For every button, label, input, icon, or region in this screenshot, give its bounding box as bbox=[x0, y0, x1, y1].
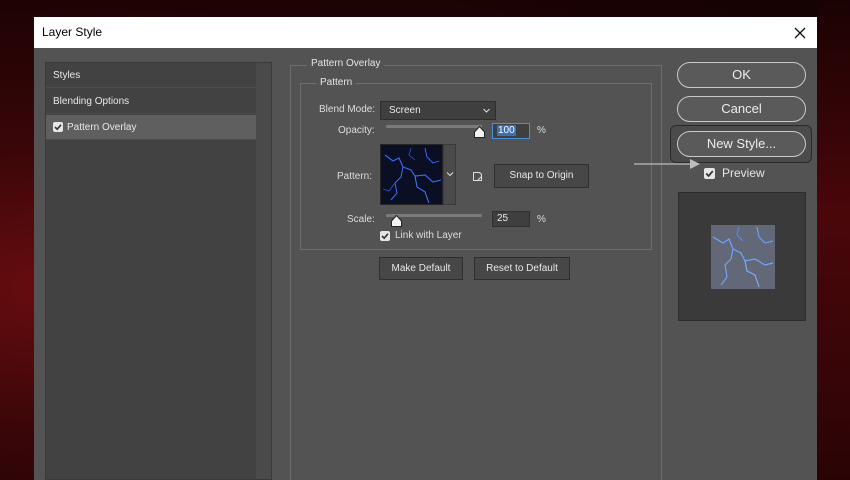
pattern-label: Pattern: bbox=[337, 171, 373, 182]
opacity-slider-track[interactable] bbox=[386, 125, 482, 128]
new-style-button[interactable]: New Style... bbox=[677, 131, 806, 157]
pattern-picker-dropdown[interactable] bbox=[443, 144, 456, 205]
layer-style-dialog: Layer Style Styles Blending Options Patt… bbox=[34, 17, 817, 480]
title-bar: Layer Style bbox=[34, 17, 817, 48]
annotation-arrow-icon bbox=[634, 159, 700, 169]
opacity-unit: % bbox=[537, 125, 546, 136]
ok-button[interactable]: OK bbox=[677, 62, 806, 88]
scale-label: Scale: bbox=[347, 214, 375, 225]
make-default-button[interactable]: Make Default bbox=[379, 257, 463, 280]
styles-list-item-label: Blending Options bbox=[53, 96, 130, 107]
blend-mode-value: Screen bbox=[389, 105, 421, 116]
opacity-slider-thumb[interactable] bbox=[474, 126, 485, 138]
cancel-button[interactable]: Cancel bbox=[677, 96, 806, 122]
styles-list-item-blending-options[interactable]: Blending Options bbox=[46, 89, 256, 114]
styles-list-item-label: Pattern Overlay bbox=[67, 122, 137, 133]
preview-thumbnail bbox=[678, 192, 806, 321]
link-with-layer-checkbox[interactable] bbox=[380, 231, 390, 241]
scale-unit: % bbox=[537, 214, 546, 225]
close-icon[interactable] bbox=[783, 17, 817, 48]
reset-to-default-button[interactable]: Reset to Default bbox=[474, 257, 570, 280]
opacity-label: Opacity: bbox=[338, 125, 375, 136]
scale-input[interactable]: 25 bbox=[492, 211, 530, 227]
dialog-title: Layer Style bbox=[42, 25, 103, 39]
chevron-down-icon bbox=[483, 108, 490, 113]
styles-list-item-pattern-overlay[interactable]: Pattern Overlay bbox=[46, 115, 256, 140]
snap-to-origin-button[interactable]: Snap to Origin bbox=[494, 164, 589, 188]
preview-checkbox[interactable] bbox=[704, 168, 715, 179]
styles-list-panel: Styles Blending Options Pattern Overlay bbox=[45, 62, 272, 480]
pattern-subgroup-title: Pattern bbox=[316, 77, 357, 88]
new-preset-icon[interactable] bbox=[472, 171, 483, 182]
opacity-input[interactable]: 100 bbox=[492, 123, 530, 139]
pattern-overlay-checkbox[interactable] bbox=[53, 122, 63, 133]
pattern-swatch[interactable] bbox=[380, 144, 443, 205]
styles-list-item-styles[interactable]: Styles bbox=[46, 63, 256, 88]
blend-mode-label: Blend Mode: bbox=[319, 104, 376, 115]
preview-label: Preview bbox=[722, 166, 765, 180]
pattern-overlay-group-title: Pattern Overlay bbox=[307, 58, 385, 69]
scale-slider-thumb[interactable] bbox=[391, 215, 402, 227]
scale-value: 25 bbox=[497, 213, 509, 224]
styles-list-scrollbar[interactable] bbox=[256, 63, 271, 479]
background-right bbox=[817, 0, 850, 480]
opacity-value: 100 bbox=[497, 125, 516, 136]
preview-tile-image bbox=[711, 225, 775, 289]
link-with-layer-label: Link with Layer bbox=[395, 230, 462, 241]
chevron-down-icon bbox=[446, 172, 454, 177]
blend-mode-select[interactable]: Screen bbox=[380, 101, 496, 120]
styles-list-item-label: Styles bbox=[53, 70, 81, 81]
